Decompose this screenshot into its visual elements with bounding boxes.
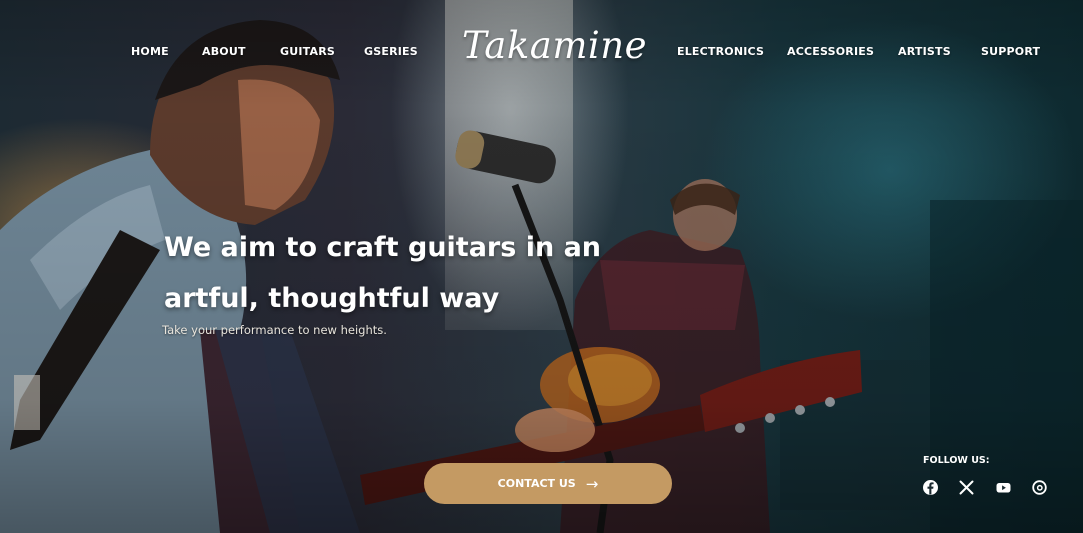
nav-accessories-link[interactable]: ACCESSORIES: [787, 45, 874, 58]
nav-about-link[interactable]: ABOUT: [202, 45, 246, 58]
nav-guitars-link[interactable]: GUITARS: [280, 45, 335, 58]
hero-headline-line1: We aim to craft guitars in an: [164, 232, 602, 263]
x-icon[interactable]: [958, 479, 975, 496]
nav-gseries-link[interactable]: GSERIES: [364, 45, 418, 58]
facebook-icon[interactable]: [922, 479, 939, 496]
nav-artists-link[interactable]: ARTISTS: [898, 45, 951, 58]
youtube-icon[interactable]: [995, 479, 1012, 496]
nav-home-link[interactable]: HOME: [131, 45, 169, 58]
contact-us-label: CONTACT US: [497, 477, 576, 490]
hero-headline: We aim to craft guitars in an artful, th…: [164, 222, 634, 324]
takamine-logo[interactable]: Takamine: [462, 14, 647, 78]
hero-headline-line2: artful, thoughtful way: [164, 283, 500, 314]
threads-icon[interactable]: [1031, 479, 1048, 496]
hero-subtext: Take your performance to new heights.: [162, 323, 387, 337]
nav-support-link[interactable]: SUPPORT: [981, 45, 1040, 58]
contact-us-button[interactable]: CONTACT US →: [424, 463, 672, 504]
nav-electronics-link[interactable]: ELECTRONICS: [677, 45, 764, 58]
arrow-right-icon: →: [585, 474, 599, 493]
follow-us-heading: FOLLOW US:: [923, 455, 990, 466]
